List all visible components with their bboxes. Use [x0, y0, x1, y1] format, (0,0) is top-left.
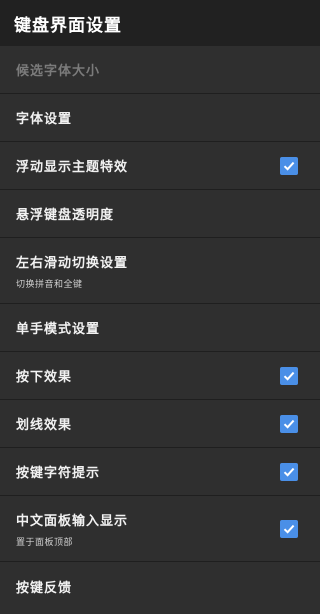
- checkbox-chinese-panel-input-display[interactable]: [280, 519, 298, 538]
- setting-sublabel: 置于面板顶部: [16, 537, 74, 548]
- setting-floating-keyboard-opacity[interactable]: 悬浮键盘透明度: [0, 190, 320, 238]
- setting-swipe-switch[interactable]: 左右滑动切换设置 切换拼音和全键: [0, 238, 320, 304]
- checkmark-icon: [283, 161, 295, 171]
- checkmark-icon: [283, 467, 295, 477]
- setting-key-char-hint[interactable]: 按键字符提示: [0, 448, 320, 496]
- setting-floating-theme-effect[interactable]: 浮动显示主题特效: [0, 142, 320, 190]
- setting-press-effect[interactable]: 按下效果: [0, 352, 320, 400]
- setting-one-handed-mode[interactable]: 单手模式设置: [0, 304, 320, 352]
- setting-label: 候选字体大小: [16, 64, 101, 79]
- keyboard-settings-screen: 键盘界面设置 候选字体大小 字体设置 浮动显示主题特效 悬浮键盘透明度 左右滑动…: [0, 0, 320, 614]
- checkbox-key-char-hint[interactable]: [280, 462, 298, 481]
- setting-label: 按键反馈: [16, 580, 73, 596]
- checkbox-floating-theme-effect[interactable]: [280, 156, 298, 175]
- setting-label: 按键字符提示: [16, 466, 101, 481]
- checkbox-press-effect[interactable]: [280, 366, 298, 385]
- page-title: 键盘界面设置: [14, 15, 122, 36]
- setting-font[interactable]: 字体设置: [0, 94, 320, 142]
- app-bar: 键盘界面设置: [0, 0, 320, 46]
- checkbox-stroke-effect[interactable]: [280, 414, 298, 433]
- setting-label: 单手模式设置: [16, 322, 101, 337]
- setting-stroke-effect[interactable]: 划线效果: [0, 400, 320, 448]
- setting-candidate-font-size: 候选字体大小: [0, 46, 320, 94]
- setting-label: 按下效果: [16, 370, 73, 385]
- setting-label: 悬浮键盘透明度: [16, 208, 115, 223]
- setting-chinese-panel-input-display[interactable]: 中文面板输入显示 置于面板顶部: [0, 496, 320, 562]
- setting-label: 中文面板输入显示: [16, 513, 129, 529]
- settings-list: 候选字体大小 字体设置 浮动显示主题特效 悬浮键盘透明度 左右滑动切换设置 切换…: [0, 46, 320, 610]
- setting-label: 浮动显示主题特效: [16, 160, 129, 175]
- setting-label: 字体设置: [16, 112, 73, 127]
- checkmark-icon: [283, 419, 295, 429]
- setting-sublabel: 切换拼音和全键: [16, 279, 83, 290]
- checkmark-icon: [283, 524, 295, 534]
- setting-key-feedback[interactable]: 按键反馈: [0, 562, 320, 610]
- checkmark-icon: [283, 371, 295, 381]
- setting-label: 划线效果: [16, 418, 73, 433]
- setting-label: 左右滑动切换设置: [16, 255, 129, 271]
